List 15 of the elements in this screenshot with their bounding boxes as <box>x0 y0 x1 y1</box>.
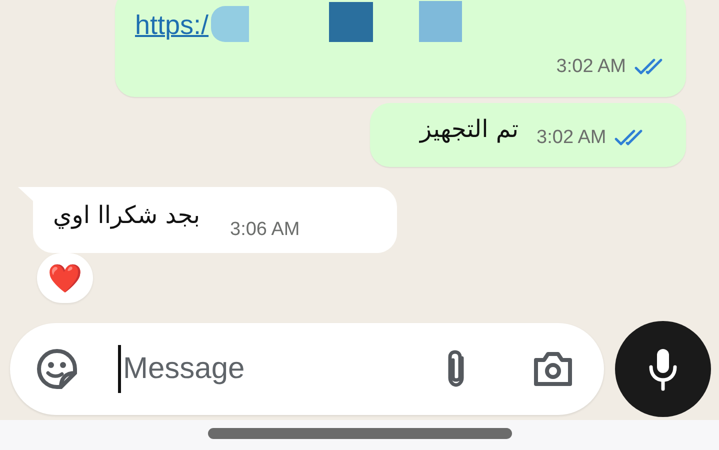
message-time: 3:06 AM <box>230 219 300 241</box>
message-time: 3:02 AM <box>536 127 606 149</box>
reaction-badge[interactable]: ❤ <box>37 253 93 303</box>
text-cursor <box>118 345 121 393</box>
redaction-block <box>418 1 462 42</box>
message-text: تم التجهيز <box>420 114 519 145</box>
message-time: 3:02 AM <box>556 56 626 78</box>
microphone-icon <box>648 347 678 391</box>
camera-icon[interactable] <box>532 350 574 388</box>
redaction-block <box>210 6 249 42</box>
message-link[interactable]: https:/ <box>135 8 209 42</box>
message-text: بجد شكراا اوي <box>53 200 200 231</box>
redaction-block <box>328 2 373 42</box>
message-input[interactable]: Message <box>121 352 423 386</box>
sticker-icon[interactable] <box>36 348 78 390</box>
